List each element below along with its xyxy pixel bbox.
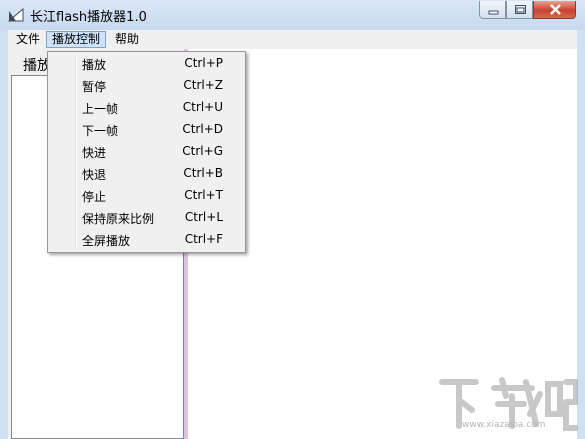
menu-item-shortcut: Ctrl+F [184, 232, 223, 246]
close-icon [550, 4, 561, 15]
menu-playback-control[interactable]: 播放控制 [46, 31, 107, 48]
menu-help[interactable]: 帮助 [110, 31, 144, 48]
menu-item-prev-frame[interactable]: 上一帧 Ctrl+U [50, 97, 243, 119]
menu-item-play[interactable]: 播放 Ctrl+P [50, 53, 243, 75]
menu-item-fast-forward[interactable]: 快进 Ctrl+G [50, 141, 243, 163]
menu-bar: 文件 播放控制 帮助 [8, 30, 577, 49]
playback-control-menu: 播放 Ctrl+P 暂停 Ctrl+Z 上一帧 Ctrl+U 下一帧 Ctrl+… [47, 51, 246, 253]
menu-item-pause[interactable]: 暂停 Ctrl+Z [50, 75, 243, 97]
menu-item-keep-ratio[interactable]: 保持原来比例 Ctrl+L [50, 207, 243, 229]
window-title: 长江flash播放器1.0 [30, 10, 147, 25]
menu-item-label: 下一帧 [82, 124, 119, 138]
menu-item-shortcut: Ctrl+D [182, 122, 223, 136]
menu-item-label: 快进 [82, 146, 107, 160]
app-window: 长江flash播放器1.0 文件 播放控制 帮助 播放 播放 Ctrl+P 暂停… [0, 0, 585, 439]
watermark-url: www.xiazaiba.com [462, 420, 546, 430]
menu-item-rewind[interactable]: 快退 Ctrl+B [50, 163, 243, 185]
maximize-button[interactable] [506, 1, 533, 19]
menu-item-label: 快退 [82, 168, 107, 182]
menu-item-label: 暂停 [82, 80, 107, 94]
maximize-icon [515, 5, 526, 14]
app-icon [8, 7, 24, 22]
menu-item-stop[interactable]: 停止 Ctrl+T [50, 185, 243, 207]
menu-item-shortcut: Ctrl+T [184, 188, 223, 202]
menu-item-shortcut: Ctrl+G [182, 144, 223, 158]
minimize-button[interactable] [479, 1, 506, 19]
minimize-icon [488, 10, 499, 15]
menu-item-label: 上一帧 [82, 102, 119, 116]
menu-item-label: 停止 [82, 190, 107, 204]
menu-item-shortcut: Ctrl+P [184, 56, 223, 70]
menu-item-shortcut: Ctrl+U [182, 100, 223, 114]
menu-item-shortcut: Ctrl+B [183, 166, 223, 180]
menu-item-shortcut: Ctrl+Z [183, 78, 223, 92]
menu-file[interactable]: 文件 [11, 31, 45, 48]
menu-item-label: 全屏播放 [82, 234, 131, 248]
menu-item-fullscreen[interactable]: 全屏播放 Ctrl+F [50, 229, 243, 251]
menu-item-next-frame[interactable]: 下一帧 Ctrl+D [50, 119, 243, 141]
menu-item-shortcut: Ctrl+L [184, 210, 223, 224]
close-button[interactable] [533, 1, 576, 19]
menu-item-label: 播放 [82, 58, 107, 72]
title-bar[interactable]: 长江flash播放器1.0 [0, 0, 585, 30]
menu-item-label: 保持原来比例 [82, 212, 155, 226]
